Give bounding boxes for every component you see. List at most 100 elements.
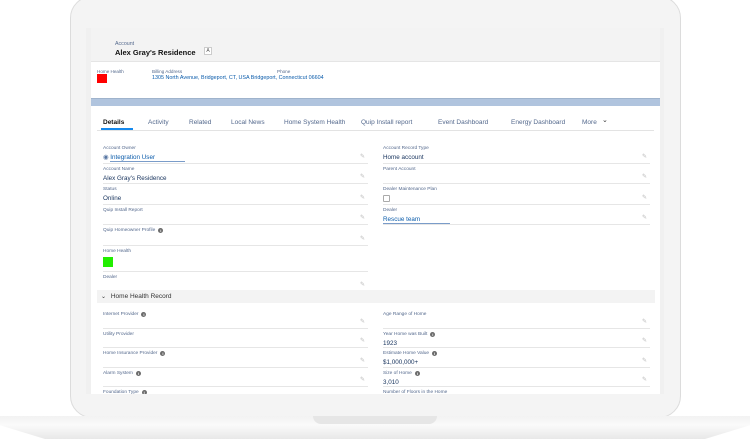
edit-pencil-icon[interactable]: ✎ [360, 214, 365, 221]
info-icon[interactable]: i [430, 331, 436, 337]
field-dealer: Dealer Rescue team ✎ [383, 205, 650, 225]
field-value: 1923 [383, 339, 398, 347]
field-label: Estimate Home Value [383, 351, 430, 356]
field-quip-install-report: Quip Install Report ✎ [103, 205, 368, 225]
info-icon[interactable]: i [141, 390, 147, 394]
edit-pencil-icon[interactable]: ✎ [642, 214, 647, 221]
billing-address-link[interactable]: 1305 North Avenue, Bridgeport, CT, USA B… [152, 75, 324, 81]
field-label: Quip Homeowner Profile [103, 228, 156, 233]
field-value-link[interactable]: Integration User [110, 154, 186, 162]
field-label: Dealer Maintenance Plan [383, 187, 437, 192]
screen: Account Alex Gray's Residence A Home Hea… [86, 28, 664, 394]
edit-pencil-icon[interactable]: ✎ [642, 153, 647, 160]
edit-pencil-icon[interactable]: ✎ [360, 318, 365, 325]
tab-quip-install-report[interactable]: Quip Install report [361, 119, 412, 126]
tab-home-system-health[interactable]: Home System Health [284, 119, 345, 126]
field-alarm-system: Alarm System i ✎ [103, 368, 368, 387]
field-label: Dealer [383, 207, 398, 213]
info-icon[interactable]: i [160, 351, 166, 356]
field-dealer: Dealer ✎ [103, 272, 368, 292]
field-label: Account Owner [103, 146, 136, 151]
field-label: Status [103, 187, 117, 192]
field-status: Status Online ✎ [103, 184, 368, 205]
field-label: Size of Home [383, 370, 412, 376]
field-home-health: Home Health [103, 246, 368, 272]
billing-address-label: Billing Address [152, 69, 183, 74]
field-value: $1,000,000+ [383, 359, 419, 366]
edit-pencil-icon[interactable]: ✎ [360, 376, 365, 383]
field-parent-account: Parent Account ✎ [383, 164, 650, 184]
edit-pencil-icon[interactable]: ✎ [642, 357, 647, 364]
object-label: Account [115, 41, 135, 47]
tab-divider [97, 130, 654, 131]
section-header-home-health-record[interactable]: ⌄ Home Health Record [97, 290, 655, 303]
field-label: Year Home was Built [383, 331, 428, 337]
field-label: Utility Provider [103, 331, 134, 337]
edit-pencil-icon[interactable]: ✎ [360, 194, 365, 201]
info-icon[interactable]: i [414, 370, 420, 376]
field-number-of-floors-in-the-home: Number of Floors in the Home ✎ [383, 387, 650, 394]
laptop-notch [313, 416, 437, 424]
record-badge[interactable]: A [204, 47, 212, 55]
field-estimate-home-value: Estimate Home Value i $1,000,000+ ✎ [383, 348, 650, 368]
field-label: Foundation Type [103, 390, 139, 394]
info-icon[interactable]: i [141, 312, 147, 317]
section-left-column: Internet Provider i ✎ Utility Provider ✎ Ho… [103, 309, 368, 394]
info-icon[interactable]: i [135, 370, 141, 376]
tab-details[interactable]: Details [103, 119, 124, 126]
chevron-down-icon: ⌄ [602, 117, 608, 124]
record-page: Account Alex Gray's Residence A Home Hea… [91, 28, 660, 394]
info-icon[interactable]: i [432, 351, 438, 356]
edit-pencil-icon[interactable]: ✎ [642, 318, 647, 325]
edit-pencil-icon[interactable]: ✎ [642, 194, 647, 201]
field-value-link[interactable]: Rescue team [383, 215, 451, 224]
home-health-color-box [103, 256, 113, 267]
field-foundation-type: Foundation Typei ✎ [103, 387, 368, 394]
edit-pencil-icon[interactable]: ✎ [642, 337, 647, 344]
field-year-home-was-built: Year Home was Built i 1923 ✎ [383, 329, 650, 348]
tab-energy-dashboard[interactable]: Energy Dashboard [511, 119, 565, 126]
details-right-column: Account Record Type Home account ✎ Parent A… [383, 143, 650, 225]
home-health-indicator [97, 74, 107, 83]
edit-pencil-icon[interactable]: ✎ [360, 173, 365, 180]
tab-local-news[interactable]: Local News [231, 119, 265, 126]
tab-activity[interactable]: Activity [148, 119, 169, 126]
edit-pencil-icon[interactable]: ✎ [360, 281, 365, 288]
field-utility-provider: Utility Provider ✎ [103, 329, 368, 348]
field-value: Alex Gray's Residence [103, 174, 167, 182]
field-label: Number of Floors in the Home [383, 390, 448, 394]
edit-pencil-icon[interactable]: ✎ [642, 173, 647, 180]
lock-icon[interactable]: ✎ [360, 153, 365, 160]
field-value: Online [103, 195, 122, 202]
field-label: Alarm System [103, 370, 133, 376]
tab-more[interactable]: More [582, 119, 597, 126]
info-icon[interactable]: i [158, 228, 164, 233]
details-left-column: Account Owner ◉ Integration User ✎ Account … [103, 143, 368, 292]
tab-event-dashboard[interactable]: Event Dashboard [438, 119, 488, 126]
field-label: Quip Install Report [103, 207, 143, 213]
edit-pencil-icon[interactable]: ✎ [360, 357, 365, 364]
field-label: Home Health [103, 248, 131, 254]
field-internet-provider: Internet Provider i ✎ [103, 309, 368, 329]
section-right-column: Age Range of Home ✎ Year Home was Built i 1… [383, 309, 650, 394]
banner-bar [91, 98, 660, 106]
field-label: Internet Provider [103, 312, 139, 317]
field-label: Parent Account [383, 166, 416, 172]
field-value: 3,010 [383, 378, 399, 386]
checkbox[interactable] [383, 195, 390, 202]
edit-pencil-icon[interactable]: ✎ [360, 235, 365, 242]
phone-label: Phone [277, 69, 291, 74]
page-title: Alex Gray's Residence [115, 48, 196, 57]
field-label: Age Range of Home [383, 312, 427, 317]
record-header: Account Alex Gray's Residence A [91, 28, 660, 62]
field-account-name: Account Name Alex Gray's Residence ✎ [103, 164, 368, 184]
field-label: Account Record Type [383, 146, 429, 151]
edit-pencil-icon[interactable]: ✎ [360, 337, 365, 344]
edit-pencil-icon[interactable]: ✎ [642, 376, 647, 383]
tab-related[interactable]: Related [189, 119, 211, 126]
field-label: Dealer [103, 274, 118, 280]
field-quip-homeowner-profile: Quip Homeowner Profile i ✎ [103, 225, 368, 246]
field-account-owner: Account Owner ◉ Integration User ✎ [103, 143, 368, 164]
section-title: Home Health Record [110, 293, 172, 300]
field-home-insurance-provider: Home Insurance Provider i ✎ [103, 348, 368, 368]
